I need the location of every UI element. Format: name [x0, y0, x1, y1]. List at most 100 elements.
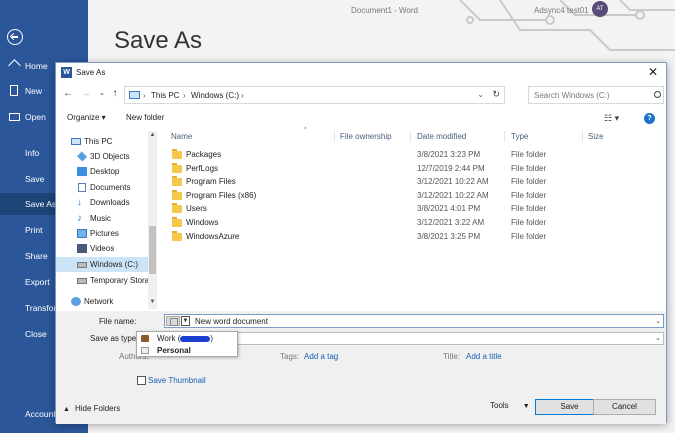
sensitivity-label-icon[interactable] — [166, 316, 180, 326]
save-thumbnail-label[interactable]: Save Thumbnail — [148, 376, 206, 385]
drive-icon — [77, 262, 87, 268]
table-row[interactable]: Users 3/8/2021 4:01 PM File folder — [161, 202, 666, 216]
file-list: ^ Name File ownership Date modified Type… — [161, 127, 666, 308]
tools-button[interactable]: Tools ▼ — [490, 401, 530, 410]
nav-windows-c[interactable]: Windows (C:) — [56, 257, 148, 272]
help-icon[interactable]: ? — [644, 113, 655, 124]
column-divider[interactable] — [582, 131, 583, 142]
column-header-date-modified[interactable]: Date modified — [417, 132, 466, 141]
view-options-icon[interactable]: ☷ ▾ — [604, 113, 619, 124]
table-row[interactable]: Windows 3/12/2021 3:22 AM File folder — [161, 216, 666, 230]
music-icon: ♪ — [77, 213, 82, 224]
chevron-right-icon[interactable]: › — [241, 91, 244, 100]
word-icon: W — [61, 67, 72, 78]
file-name-input[interactable]: New word document — [195, 317, 268, 326]
pc-icon — [129, 91, 140, 99]
file-date: 3/8/2021 3:25 PM — [417, 232, 481, 241]
breadcrumb-windows-c[interactable]: Windows (C:) — [191, 91, 239, 100]
file-type: File folder — [511, 177, 547, 186]
folder-open-icon — [9, 113, 20, 121]
download-icon: ↓ — [77, 197, 82, 208]
table-row[interactable]: Program Files 3/12/2021 10:22 AM File fold… — [161, 175, 666, 189]
file-name: Packages — [186, 150, 222, 159]
nav-downloads[interactable]: ↓ Downloads — [56, 195, 148, 210]
scroll-up-icon[interactable]: ▲ — [148, 132, 157, 138]
refresh-icon[interactable]: ↻ — [492, 89, 500, 100]
chevron-down-icon[interactable]: ⌄ — [655, 334, 661, 342]
avatar[interactable]: AT — [592, 1, 608, 17]
chevron-down-icon[interactable]: ⌄ — [655, 317, 661, 325]
add-title-link[interactable]: Add a title — [466, 352, 502, 361]
video-icon — [77, 244, 87, 253]
chevron-down-icon[interactable]: ⌄ — [477, 90, 484, 99]
briefcase-icon — [141, 335, 149, 342]
column-divider[interactable] — [334, 131, 335, 142]
chevron-right-icon[interactable]: › — [143, 91, 146, 100]
dialog-titlebar[interactable]: W Save As ✕ — [56, 63, 666, 83]
nav-documents[interactable]: Documents — [56, 180, 148, 195]
cancel-button[interactable]: Cancel — [593, 399, 656, 415]
nav-label: Downloads — [90, 198, 130, 207]
organize-button[interactable]: Organize ▾ — [67, 113, 106, 122]
column-header-file-ownership[interactable]: File ownership — [340, 132, 392, 141]
nav-music[interactable]: ♪ Music — [56, 211, 148, 226]
column-header-size[interactable]: Size — [588, 132, 604, 141]
recent-dropdown-icon[interactable]: ⌄ — [96, 88, 108, 100]
folder-icon — [172, 217, 182, 227]
save-as-type-select[interactable]: ⌄ — [164, 332, 664, 345]
back-arrow-icon[interactable]: ← — [62, 88, 74, 100]
nav-label: Network — [84, 297, 114, 306]
column-header-name[interactable]: Name — [171, 132, 192, 141]
nav-label: New — [25, 86, 43, 96]
hide-folders-button[interactable]: ▲ Hide Folders — [63, 404, 120, 413]
nav-label: Temporary Stora — [90, 276, 150, 285]
nav-label: Close — [25, 329, 47, 339]
folder-icon — [172, 190, 182, 200]
close-button[interactable]: ✕ — [646, 65, 660, 79]
column-divider[interactable] — [410, 131, 411, 142]
nav-label: Save As — [25, 199, 57, 209]
nav-network[interactable]: Network — [56, 294, 148, 309]
save-thumbnail-checkbox[interactable] — [137, 376, 146, 385]
file-name: Program Files — [186, 177, 236, 186]
up-arrow-icon[interactable]: ↑ — [109, 88, 121, 100]
menu-item-personal[interactable]: Personal — [137, 345, 237, 357]
nav-videos[interactable]: Videos — [56, 241, 148, 256]
scroll-down-icon[interactable]: ▼ — [148, 299, 157, 305]
chevron-right-icon[interactable]: › — [183, 91, 186, 100]
file-name-field[interactable]: ▼ New word document ⌄ — [164, 314, 664, 328]
file-date: 3/12/2021 10:22 AM — [417, 177, 489, 186]
search-input[interactable]: Search Windows (C:) — [534, 91, 610, 100]
nav-label: Pictures — [90, 229, 119, 238]
nav-desktop[interactable]: Desktop — [56, 164, 148, 179]
nav-temporary-storage[interactable]: Temporary Stora — [56, 273, 150, 288]
desktop-icon — [77, 167, 87, 176]
file-type: File folder — [511, 232, 547, 241]
file-name: WindowsAzure — [186, 232, 240, 241]
pc-icon — [71, 138, 81, 145]
nav-3d-objects[interactable]: 3D Objects — [56, 149, 148, 164]
menu-item-work[interactable]: Work () — [137, 333, 237, 345]
add-tag-link[interactable]: Add a tag — [304, 352, 338, 361]
nav-pictures[interactable]: Pictures — [56, 226, 148, 241]
command-bar: Organize ▾ New folder ☷ ▾ ? — [56, 110, 666, 128]
nav-this-pc[interactable]: This PC — [56, 134, 148, 149]
back-arrow-icon[interactable] — [7, 29, 23, 45]
file-date: 3/8/2021 4:01 PM — [417, 204, 481, 213]
table-row[interactable]: Program Files (x86) 3/12/2021 10:22 AM Fil… — [161, 189, 666, 203]
new-folder-button[interactable]: New folder — [126, 113, 164, 122]
table-row[interactable]: PerfLogs 12/7/2019 2:44 PM File folder — [161, 162, 666, 176]
breadcrumb-this-pc[interactable]: This PC — [151, 91, 179, 100]
address-bar[interactable]: › This PC › Windows (C:) › ⌄ ↻ — [124, 86, 505, 104]
forward-arrow-icon[interactable]: → — [80, 88, 92, 100]
table-row[interactable]: WindowsAzure 3/8/2021 3:25 PM File folder — [161, 230, 666, 244]
nav-label: Windows (C:) — [90, 260, 139, 269]
chevron-down-icon[interactable]: ▼ — [181, 316, 190, 326]
table-row[interactable]: Packages 3/8/2021 3:23 PM File folder — [161, 148, 666, 162]
search-box[interactable]: Search Windows (C:) — [528, 86, 664, 104]
nav-pane-scrollbar[interactable]: ▲ ▼ — [148, 131, 157, 309]
column-header-type[interactable]: Type — [511, 132, 528, 141]
column-divider[interactable] — [504, 131, 505, 142]
scroll-thumb[interactable] — [149, 226, 156, 274]
search-icon[interactable] — [654, 91, 661, 98]
